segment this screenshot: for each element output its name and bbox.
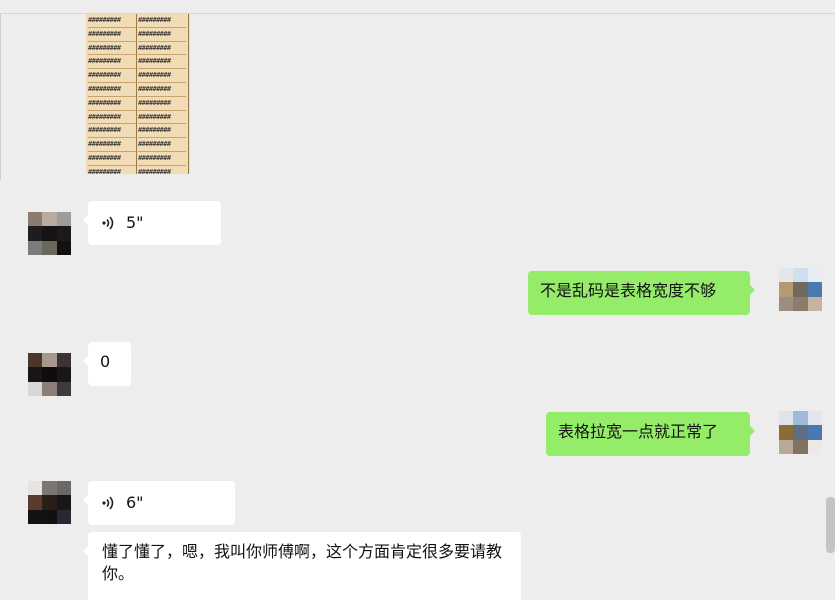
message-text: 0 (100, 352, 111, 371)
voice-message-bubble[interactable]: 6" (83, 481, 235, 525)
screenshot-cell: ######### (88, 42, 136, 56)
screenshot-cell: ######### (138, 83, 186, 97)
message-text: 表格拉宽一点就正常了 (558, 422, 719, 441)
screenshot-cell: ######### (88, 166, 136, 174)
screenshot-column-separator (136, 14, 137, 174)
screenshot-cell: ######### (138, 28, 186, 42)
outgoing-message-bubble[interactable]: 不是乱码是表格宽度不够 (528, 271, 755, 315)
incoming-message-bubble[interactable]: 0 (83, 342, 131, 386)
screenshot-right-edge (188, 14, 189, 174)
self-avatar[interactable] (779, 411, 822, 454)
screenshot-cell: ######### (88, 97, 136, 111)
screenshot-cell: ######### (88, 69, 136, 83)
voice-duration: 5" (126, 213, 144, 232)
contact-avatar[interactable] (28, 481, 71, 524)
contact-avatar[interactable] (28, 353, 71, 396)
contact-avatar[interactable] (28, 212, 71, 255)
screenshot-cell: ######### (88, 14, 136, 28)
screenshot-cell: ######### (138, 124, 186, 139)
screenshot-cell: ######### (138, 97, 186, 111)
screenshot-cell: ######### (138, 14, 186, 28)
screenshot-cell: ######### (138, 138, 186, 152)
screenshot-cell: ######### (138, 111, 186, 125)
screenshot-column-1: ######### ######### ######### ######### ####… (88, 14, 136, 174)
top-divider (0, 0, 835, 14)
message-text: 懂了懂了，嗯，我叫你师傅啊，这个方面肯定很多要请教你。 (102, 542, 503, 583)
chat-scrollbar[interactable] (826, 497, 835, 553)
voice-wave-icon (102, 216, 114, 230)
screenshot-cell: ######### (88, 124, 136, 139)
screenshot-cell: ######### (88, 83, 136, 97)
screenshot-cell: ######### (138, 166, 186, 174)
screenshot-cell: ######### (138, 55, 186, 70)
screenshot-cell: ######### (138, 42, 186, 56)
left-divider (0, 14, 1, 180)
screenshot-cell: ######### (138, 152, 186, 166)
voice-wave-icon (102, 496, 114, 510)
screenshot-cell: ######### (88, 28, 136, 42)
incoming-message-bubble[interactable]: 懂了懂了，嗯，我叫你师傅啊，这个方面肯定很多要请教你。 (83, 532, 521, 600)
spreadsheet-screenshot-image[interactable]: ######### ######### ######### ######### ####… (86, 14, 190, 174)
screenshot-cell: ######### (138, 69, 186, 83)
self-avatar[interactable] (779, 268, 822, 311)
voice-message-bubble[interactable]: 5" (83, 201, 221, 245)
screenshot-cell: ######### (88, 138, 136, 152)
screenshot-cell: ######### (88, 152, 136, 166)
screenshot-cell: ######### (88, 55, 136, 70)
outgoing-message-bubble[interactable]: 表格拉宽一点就正常了 (546, 412, 755, 456)
message-text: 不是乱码是表格宽度不够 (540, 281, 717, 300)
screenshot-column-2: ######### ######### ######### ######### ####… (138, 14, 186, 174)
screenshot-cell: ######### (88, 111, 136, 125)
voice-duration: 6" (126, 493, 144, 512)
